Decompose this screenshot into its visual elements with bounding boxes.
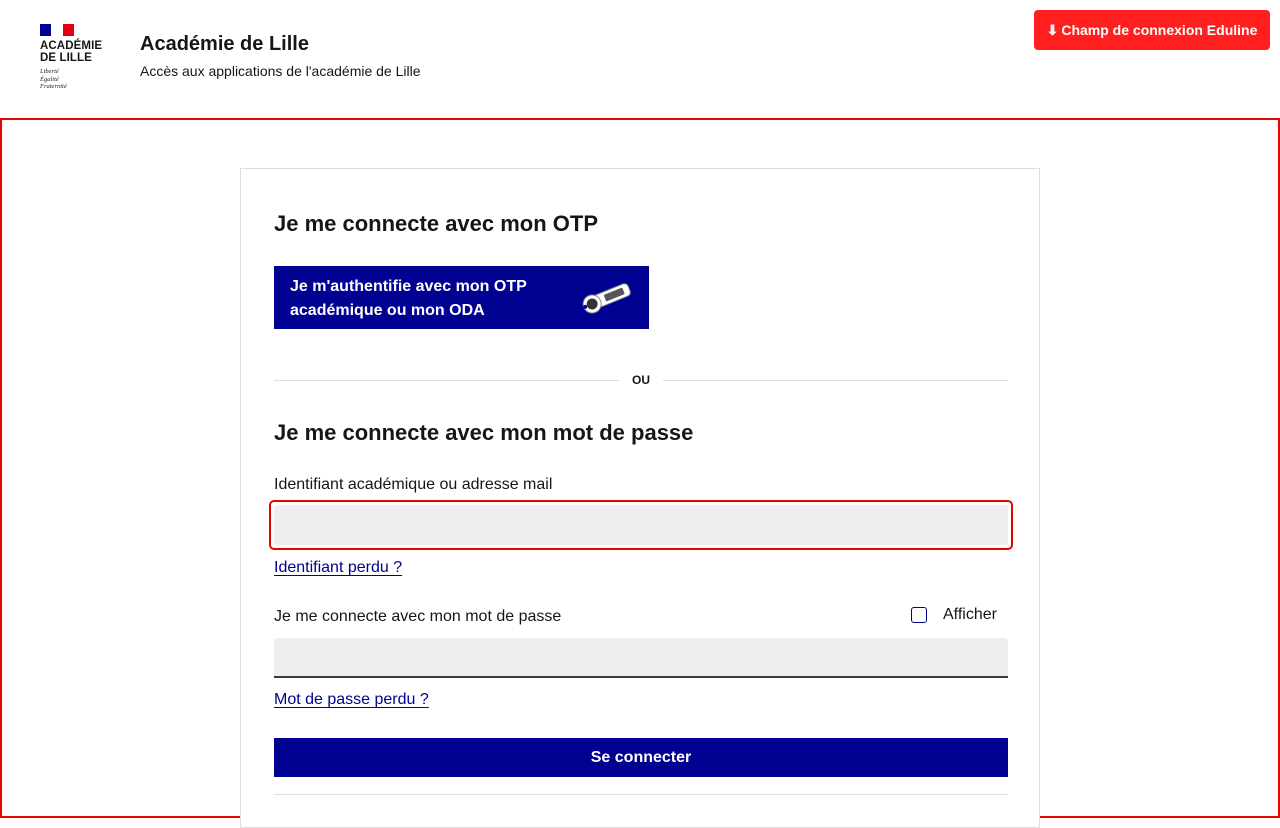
username-input[interactable]: [274, 505, 1008, 545]
username-label: Identifiant académique ou adresse mail: [274, 476, 553, 493]
french-flag-icon: [40, 24, 74, 36]
site-title[interactable]: Académie de Lille: [140, 33, 309, 56]
login-card: Je me connecte avec mon OTP Je m'authent…: [240, 168, 1040, 828]
motto-line3: Fraternité: [40, 83, 67, 90]
site-subtitle: Accès aux applications de l'académie de …: [140, 63, 421, 79]
password-label: Je me connecte avec mon mot de passe: [274, 608, 562, 625]
lost-password-link[interactable]: Mot de passe perdu ?: [274, 691, 429, 709]
logo-name-line1: ACADÉMIE: [40, 40, 103, 52]
site-header: ACADÉMIE DE LILLE Liberté Égalité Frater…: [0, 0, 1280, 118]
card-bottom-divider: [274, 794, 1008, 795]
motto-line1: Liberté: [40, 68, 59, 75]
separator-label: OU: [632, 373, 650, 387]
academie-logo[interactable]: ACADÉMIE DE LILLE Liberté Égalité Frater…: [40, 24, 120, 96]
logo-motto: Liberté Égalité Fraternité: [40, 68, 120, 91]
otp-login-button[interactable]: Je m'authentifie avec mon OTP académique…: [274, 266, 649, 329]
password-heading: Je me connecte avec mon mot de passe: [274, 420, 694, 445]
eduline-button-label: Champ de connexion Eduline: [1061, 22, 1258, 38]
lost-username-link[interactable]: Identifiant perdu ?: [274, 559, 402, 577]
eduline-connection-button[interactable]: ⬇ Champ de connexion Eduline: [1034, 10, 1270, 50]
show-password-toggle[interactable]: Afficher: [911, 606, 997, 624]
otp-button-label: Je m'authentifie avec mon OTP académique…: [290, 278, 527, 319]
separator-line-left: [274, 380, 619, 381]
logo-name: ACADÉMIE DE LILLE: [40, 40, 120, 64]
separator-line-right: [663, 380, 1008, 381]
password-input[interactable]: [274, 638, 1008, 678]
show-password-checkbox[interactable]: [911, 607, 927, 623]
motto-line2: Égalité: [40, 75, 59, 83]
login-submit-button[interactable]: Se connecter: [274, 738, 1008, 777]
or-separator: OU: [274, 371, 1008, 391]
logo-name-line2: DE LILLE: [40, 52, 92, 64]
otp-heading: Je me connecte avec mon OTP: [274, 211, 599, 236]
arrow-down-icon: ⬇: [1046, 21, 1059, 38]
otp-key-icon: [582, 283, 631, 314]
show-password-label: Afficher: [943, 606, 997, 623]
